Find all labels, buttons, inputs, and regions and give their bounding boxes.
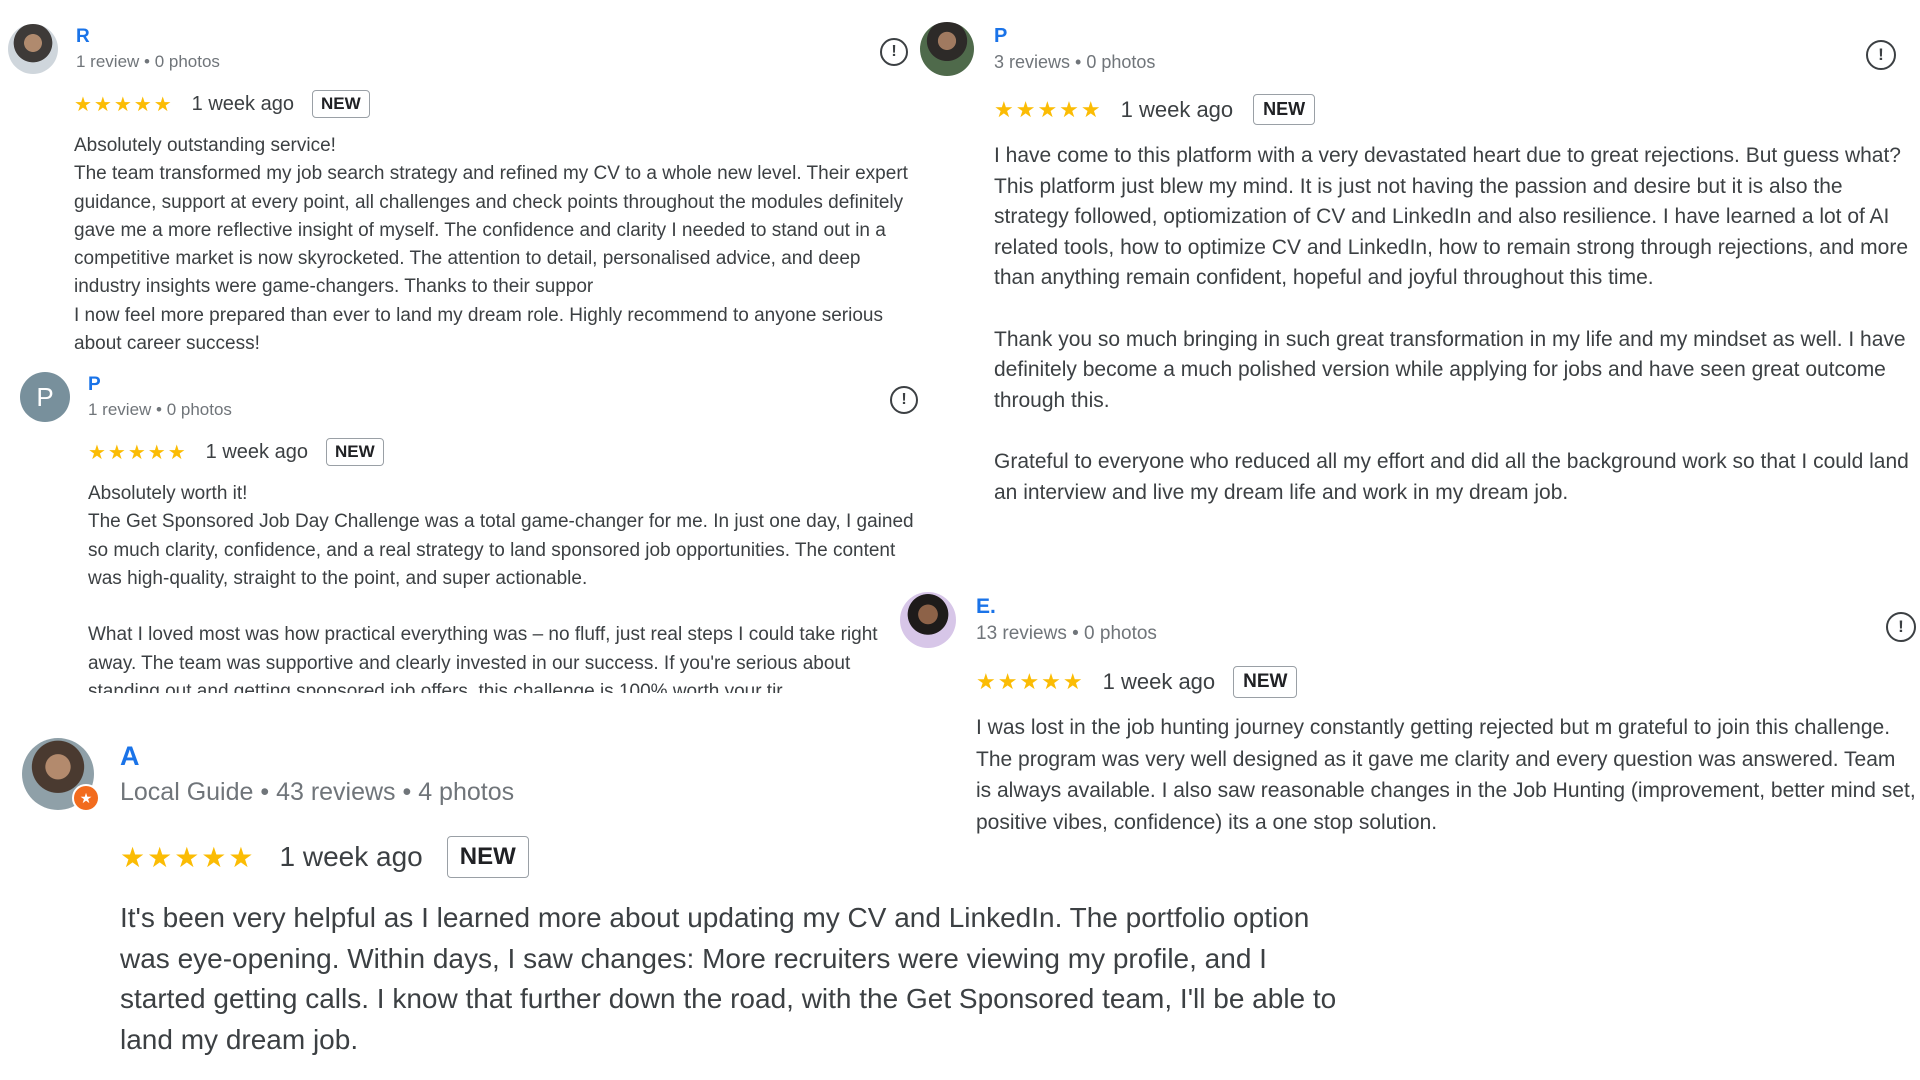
star-rating: ★★★★★ bbox=[88, 441, 188, 464]
review-time: 1 week ago bbox=[191, 92, 294, 115]
reviewer-name[interactable]: P bbox=[994, 25, 1155, 48]
reviewer-avatar[interactable] bbox=[8, 24, 58, 74]
review-text: Absolutely outstanding service! The team… bbox=[74, 135, 908, 355]
review-card: P 3 reviews • 0 photos ! ★★★★★ 1 week ag… bbox=[920, 22, 1915, 508]
rating-row: ★★★★★ 1 week ago NEW bbox=[120, 836, 1362, 878]
reviewer-name[interactable]: R bbox=[76, 26, 220, 48]
review-header: E. 13 reviews • 0 photos bbox=[900, 592, 1915, 648]
review-time: 1 week ago bbox=[1120, 96, 1234, 122]
local-guide-star-icon: ★ bbox=[72, 784, 100, 812]
review-card: R 1 review • 0 photos ! ★★★★★ 1 week ago… bbox=[8, 24, 908, 358]
reviewer-avatar[interactable]: P bbox=[20, 372, 70, 422]
rating-row: ★★★★★ 1 week ago NEW bbox=[88, 438, 910, 466]
reviewer-stats: 3 reviews • 0 photos bbox=[994, 52, 1156, 72]
reviewer-name[interactable]: E. bbox=[976, 595, 1157, 619]
reviewer-name[interactable]: A bbox=[120, 741, 514, 772]
reviewer-avatar[interactable]: ★ bbox=[22, 738, 100, 812]
review-header: P P 1 review • 0 photos bbox=[20, 372, 910, 422]
new-badge: NEW bbox=[325, 438, 384, 466]
review-time: 1 week ago bbox=[205, 440, 308, 463]
reviewer-stats: Local Guide • 43 reviews • 4 photos bbox=[120, 778, 515, 806]
reviewer-avatar[interactable] bbox=[900, 592, 956, 648]
new-badge: NEW bbox=[1253, 94, 1316, 125]
review-text: Absolutely worth it! The Get Sponsored J… bbox=[88, 483, 914, 693]
star-rating: ★★★★★ bbox=[120, 841, 256, 873]
new-badge: NEW bbox=[311, 90, 370, 118]
reviewer-avatar[interactable] bbox=[920, 22, 974, 76]
new-badge: NEW bbox=[1233, 666, 1298, 698]
reviewer-meta: P 1 review • 0 photos bbox=[88, 374, 232, 420]
star-rating: ★★★★★ bbox=[74, 93, 174, 116]
reviewer-stats: 1 review • 0 photos bbox=[76, 52, 220, 71]
review-card: ★ A Local Guide • 43 reviews • 4 photos … bbox=[22, 738, 1362, 1060]
review-time: 1 week ago bbox=[279, 841, 423, 872]
reviewer-meta: A Local Guide • 43 reviews • 4 photos bbox=[120, 741, 514, 807]
reviewer-meta: E. 13 reviews • 0 photos bbox=[976, 595, 1157, 645]
reviewer-meta: R 1 review • 0 photos bbox=[76, 26, 220, 72]
star-rating: ★★★★★ bbox=[994, 96, 1103, 122]
review-header: R 1 review • 0 photos bbox=[8, 24, 908, 74]
reviewer-stats: 1 review • 0 photos bbox=[88, 400, 232, 419]
report-flag-icon[interactable]: ! bbox=[880, 38, 908, 66]
rating-row: ★★★★★ 1 week ago NEW bbox=[976, 666, 1915, 698]
review-header: ★ A Local Guide • 43 reviews • 4 photos bbox=[22, 738, 1362, 812]
rating-row: ★★★★★ 1 week ago NEW bbox=[994, 94, 1915, 125]
review-text: It's been very helpful as I learned more… bbox=[120, 902, 1337, 1055]
reviewer-meta: P 3 reviews • 0 photos bbox=[994, 25, 1155, 73]
review-text: I have come to this platform with a very… bbox=[994, 144, 1909, 504]
reviewer-name[interactable]: P bbox=[88, 374, 232, 396]
rating-row: ★★★★★ 1 week ago NEW bbox=[74, 90, 908, 118]
reviewer-stats: 13 reviews • 0 photos bbox=[976, 623, 1157, 644]
new-badge: NEW bbox=[446, 836, 529, 878]
review-time: 1 week ago bbox=[1102, 669, 1216, 694]
report-flag-icon[interactable]: ! bbox=[1886, 612, 1916, 642]
report-flag-icon[interactable]: ! bbox=[890, 386, 918, 414]
review-header: P 3 reviews • 0 photos bbox=[920, 22, 1915, 76]
star-rating: ★★★★★ bbox=[976, 669, 1085, 694]
report-flag-icon[interactable]: ! bbox=[1866, 40, 1896, 70]
review-card: P P 1 review • 0 photos ! ★★★★★ 1 week a… bbox=[20, 372, 918, 693]
